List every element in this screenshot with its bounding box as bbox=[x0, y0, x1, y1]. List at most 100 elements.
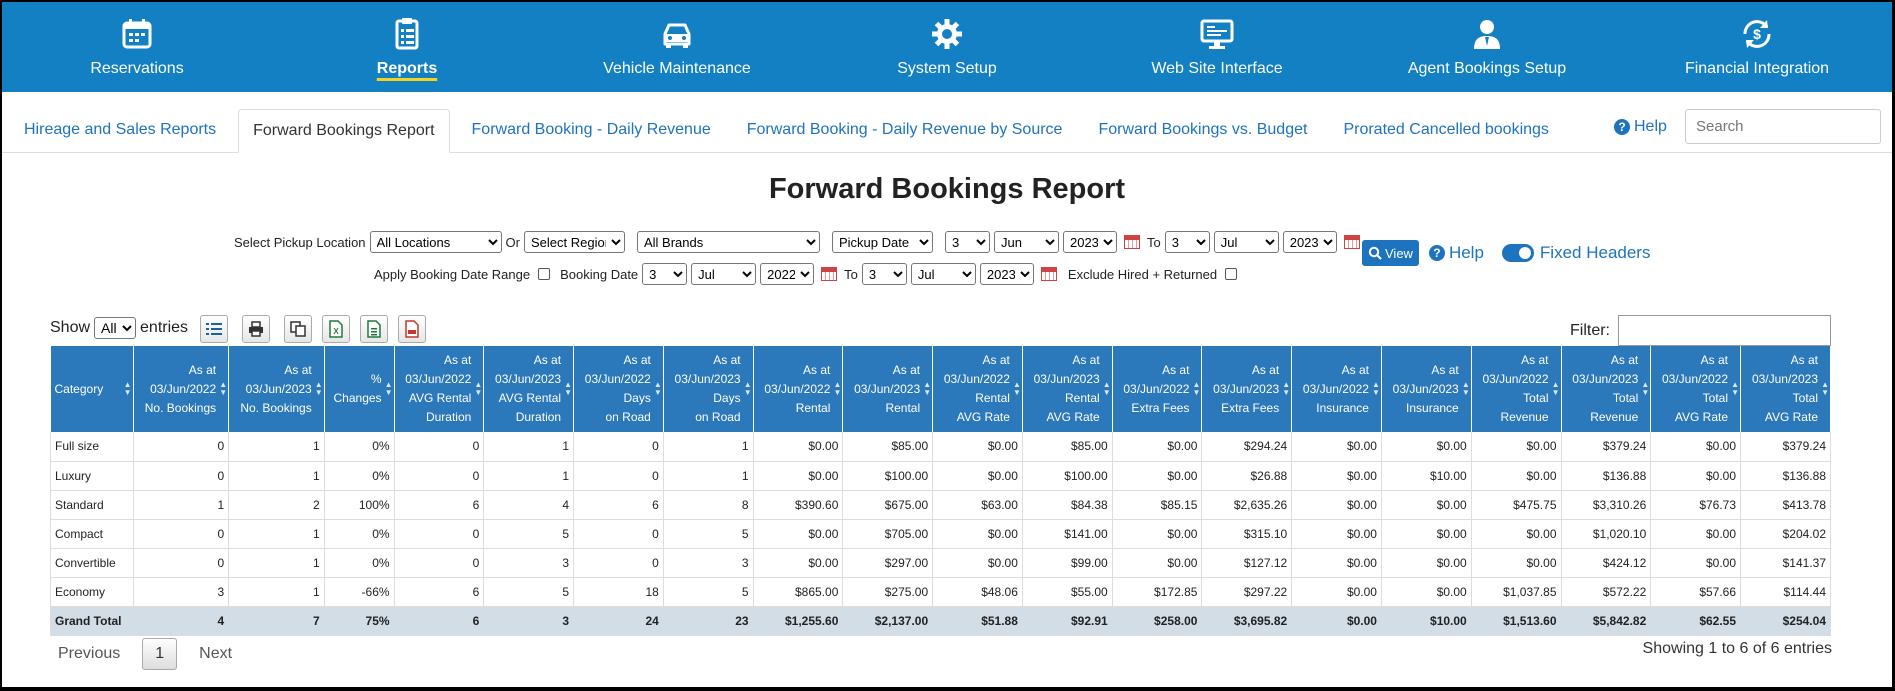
column-header[interactable]: As at 03/Jun/2023 Extra Fees ▲ ▼ bbox=[1201, 346, 1293, 432]
table-cell: $0.00 bbox=[1381, 548, 1472, 578]
tab-forward-bookings[interactable]: Forward Bookings Report bbox=[238, 109, 450, 153]
column-header[interactable]: As at 03/Jun/2022 Extra Fees ▲ ▼ bbox=[1112, 346, 1203, 432]
nav-agent-bookings-setup[interactable]: Agent Bookings Setup bbox=[1352, 2, 1622, 92]
location-select[interactable]: All Locations bbox=[369, 231, 502, 253]
sort-arrows-icon[interactable]: ▲ ▼ bbox=[124, 381, 132, 397]
sort-arrows-icon[interactable]: ▲ ▼ bbox=[474, 381, 482, 397]
next-page-button[interactable]: Next bbox=[191, 645, 240, 663]
sort-arrows-icon[interactable]: ▲ ▼ bbox=[564, 381, 572, 397]
column-header[interactable]: As at 03/Jun/2022 Rental AVG Rate ▲ ▼ bbox=[932, 346, 1023, 432]
tab-prorated-cancelled[interactable]: Prorated Cancelled bookings bbox=[1329, 108, 1562, 152]
bk-from-year-select[interactable]: 2022 bbox=[760, 263, 815, 285]
bk-to-year-select[interactable]: 2023 bbox=[979, 263, 1034, 285]
page-1-button[interactable]: 1 bbox=[142, 638, 178, 670]
nav-reservations[interactable]: Reservations bbox=[2, 2, 272, 92]
nav-vehicle-maintenance[interactable]: Vehicle Maintenance bbox=[542, 2, 812, 92]
table-cell: 23 bbox=[663, 606, 754, 636]
column-header[interactable]: Category ▲ ▼ bbox=[50, 346, 134, 432]
print-button[interactable] bbox=[242, 315, 270, 343]
region-select[interactable]: Select Region bbox=[523, 231, 625, 253]
view-button[interactable]: View bbox=[1362, 240, 1419, 266]
column-header[interactable]: As at 03/Jun/2023 Insurance ▲ ▼ bbox=[1381, 346, 1472, 432]
sort-arrows-icon[interactable]: ▲ ▼ bbox=[654, 381, 662, 397]
bk-from-month-select[interactable]: Jul bbox=[691, 263, 757, 285]
table-cell: $572.22 bbox=[1561, 577, 1652, 607]
tab-daily-revenue[interactable]: Forward Booking - Daily Revenue bbox=[458, 108, 725, 152]
column-visibility-button[interactable] bbox=[200, 315, 228, 343]
from-year-select[interactable]: 2023 bbox=[1062, 231, 1117, 253]
from-day-select[interactable]: 3 bbox=[944, 231, 990, 253]
pdf-export-button[interactable] bbox=[398, 315, 426, 343]
to-day-select[interactable]: 3 bbox=[1164, 231, 1210, 253]
sort-arrows-icon[interactable]: ▲ ▼ bbox=[1731, 381, 1739, 397]
bk-to-day-select[interactable]: 3 bbox=[861, 263, 907, 285]
nav-system-setup[interactable]: System Setup bbox=[812, 2, 1082, 92]
column-header[interactable]: As at 03/Jun/2022 Rental ▲ ▼ bbox=[753, 346, 844, 432]
copy-button[interactable] bbox=[284, 315, 312, 343]
column-header[interactable]: As at 03/Jun/2022 Insurance ▲ ▼ bbox=[1291, 346, 1382, 432]
csv-export-button[interactable] bbox=[360, 315, 388, 343]
column-header[interactable]: As at 03/Jun/2022 Total AVG Rate ▲ ▼ bbox=[1650, 346, 1742, 432]
fixed-headers-toggle[interactable] bbox=[1501, 244, 1534, 262]
column-header[interactable]: As at 03/Jun/2023 Days on Road ▲ ▼ bbox=[663, 346, 754, 432]
search-input[interactable] bbox=[1685, 109, 1881, 144]
sort-arrows-icon[interactable]: ▲ ▼ bbox=[1103, 381, 1111, 397]
tab-daily-revenue-source[interactable]: Forward Booking - Daily Revenue by Sourc… bbox=[733, 108, 1077, 152]
sort-arrows-icon[interactable]: ▲ ▼ bbox=[1552, 381, 1560, 397]
brand-select[interactable]: All Brands bbox=[636, 231, 820, 253]
table-cell: 1 bbox=[663, 432, 754, 462]
help-link[interactable]: ? Help bbox=[1614, 118, 1667, 136]
previous-page-button[interactable]: Previous bbox=[50, 645, 128, 663]
excel-export-button[interactable]: X bbox=[322, 315, 350, 343]
svg-text:X: X bbox=[333, 327, 339, 336]
tab-bookings-vs-budget[interactable]: Forward Bookings vs. Budget bbox=[1084, 108, 1321, 152]
column-header[interactable]: As at 03/Jun/2023 Total Revenue ▲ ▼ bbox=[1561, 346, 1652, 432]
nav-financial-integration[interactable]: $ Financial Integration bbox=[1622, 2, 1892, 92]
column-header[interactable]: As at 03/Jun/2022 No. Bookings ▲ ▼ bbox=[133, 346, 230, 432]
table-filter-input[interactable] bbox=[1618, 315, 1831, 346]
date-type-select[interactable]: Pickup Date bbox=[831, 231, 933, 253]
column-header[interactable]: As at 03/Jun/2023 No. Bookings ▲ ▼ bbox=[228, 346, 325, 432]
exclude-checkbox[interactable] bbox=[1225, 268, 1238, 280]
nav-web-site-interface[interactable]: Web Site Interface bbox=[1082, 2, 1352, 92]
column-header-line: Category bbox=[54, 381, 104, 396]
column-header[interactable]: % Changes ▲ ▼ bbox=[324, 346, 395, 432]
calendar-picker-icon[interactable] bbox=[821, 267, 838, 281]
sort-arrows-icon[interactable]: ▲ ▼ bbox=[385, 381, 393, 397]
filter-help-link[interactable]: Help bbox=[1449, 243, 1484, 263]
nav-reports[interactable]: Reports bbox=[272, 2, 542, 92]
entries-select[interactable]: All bbox=[94, 317, 137, 339]
column-header[interactable]: As at 03/Jun/2023 AVG Rental Duration ▲ ▼ bbox=[483, 346, 575, 432]
column-header[interactable]: As at 03/Jun/2023 Total AVG Rate ▲ ▼ bbox=[1740, 346, 1831, 432]
from-month-select[interactable]: Jun bbox=[993, 231, 1059, 253]
calendar-picker-icon[interactable] bbox=[1343, 235, 1360, 249]
column-header[interactable]: As at 03/Jun/2022 Total Revenue ▲ ▼ bbox=[1471, 346, 1562, 432]
sort-arrows-icon[interactable]: ▲ ▼ bbox=[744, 381, 752, 397]
sort-arrows-icon[interactable]: ▲ ▼ bbox=[1462, 381, 1470, 397]
column-header-line: Rental bbox=[885, 400, 921, 415]
to-month-select[interactable]: Jul bbox=[1213, 231, 1279, 253]
sort-arrows-icon[interactable]: ▲ ▼ bbox=[219, 381, 227, 397]
column-header[interactable]: As at 03/Jun/2022 Days on Road ▲ ▼ bbox=[573, 346, 664, 432]
sort-arrows-icon[interactable]: ▲ ▼ bbox=[1282, 381, 1290, 397]
sort-arrows-icon[interactable]: ▲ ▼ bbox=[315, 381, 323, 397]
bk-from-day-select[interactable]: 3 bbox=[642, 263, 688, 285]
sort-arrows-icon[interactable]: ▲ ▼ bbox=[1013, 381, 1021, 397]
sort-arrows-icon[interactable]: ▲ ▼ bbox=[1193, 381, 1201, 397]
sort-arrows-icon[interactable]: ▲ ▼ bbox=[1821, 381, 1829, 397]
sort-arrows-icon[interactable]: ▲ ▼ bbox=[923, 381, 931, 397]
sort-arrows-icon[interactable]: ▲ ▼ bbox=[1641, 381, 1649, 397]
sort-arrows-icon[interactable]: ▲ ▼ bbox=[833, 381, 841, 397]
calendar-picker-icon[interactable] bbox=[1123, 235, 1140, 249]
to-year-select[interactable]: 2023 bbox=[1282, 231, 1337, 253]
column-header[interactable]: As at 03/Jun/2023 Rental AVG Rate ▲ ▼ bbox=[1022, 346, 1113, 432]
tab-hireage-sales[interactable]: Hireage and Sales Reports bbox=[10, 108, 230, 152]
column-header[interactable]: As at 03/Jun/2023 Rental ▲ ▼ bbox=[842, 346, 934, 432]
table-cell: $26.88 bbox=[1201, 461, 1293, 491]
bk-to-month-select[interactable]: Jul bbox=[910, 263, 976, 285]
apply-range-checkbox[interactable] bbox=[538, 268, 551, 280]
table-cell: 1 bbox=[228, 577, 325, 607]
sort-arrows-icon[interactable]: ▲ ▼ bbox=[1372, 381, 1380, 397]
column-header[interactable]: As at 03/Jun/2022 AVG Rental Duration ▲ ▼ bbox=[394, 346, 485, 432]
calendar-picker-icon[interactable] bbox=[1040, 267, 1057, 281]
